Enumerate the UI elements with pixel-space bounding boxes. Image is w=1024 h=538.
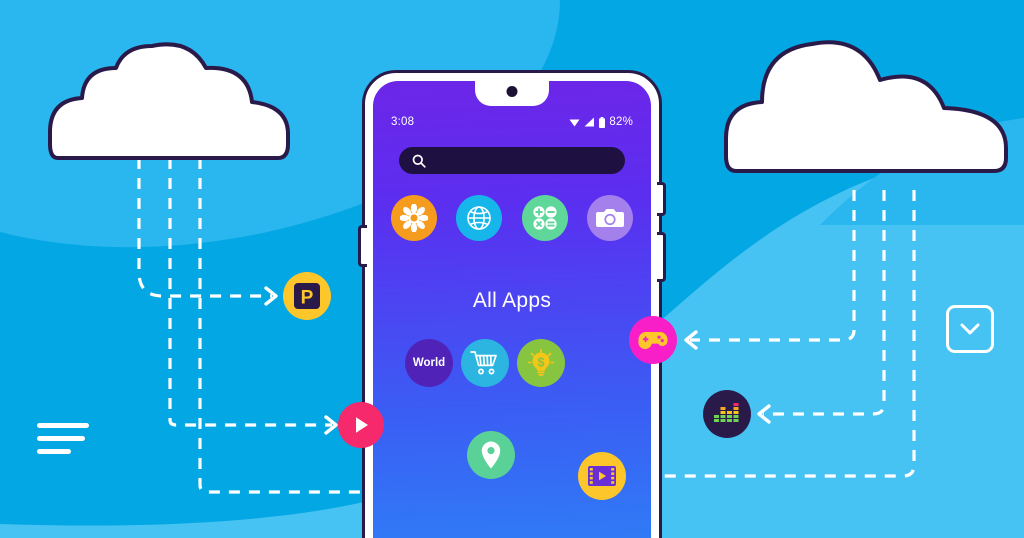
search-bar[interactable] — [399, 147, 625, 174]
cloud-right — [724, 40, 1008, 173]
app-world-label: World — [412, 357, 446, 369]
app-browser[interactable] — [456, 195, 503, 241]
status-indicators: 82% — [569, 116, 633, 128]
svg-text:$: $ — [538, 355, 545, 369]
phone-button-volume-down[interactable] — [657, 232, 666, 282]
cloud-left-shape — [48, 42, 290, 160]
cloud-right-shape — [724, 40, 1008, 173]
phone-button-left[interactable] — [358, 225, 367, 267]
app-calculator[interactable] — [521, 195, 568, 241]
lightbulb-dollar-icon: $ — [527, 348, 555, 376]
app-settings[interactable] — [391, 195, 437, 241]
map-pin-icon — [481, 441, 501, 469]
signal-icon — [584, 117, 595, 127]
equalizer-icon — [714, 403, 739, 422]
calculator-icon — [533, 206, 557, 230]
menu-line-2 — [37, 436, 85, 441]
section-title-all-apps: All Apps — [472, 289, 552, 312]
menu-lines — [37, 423, 89, 462]
menu-line-3 — [37, 449, 71, 454]
app-ideas-money[interactable]: $ — [517, 339, 565, 387]
wifi-icon — [569, 119, 580, 126]
top-app-row — [391, 195, 633, 241]
floating-icon-play[interactable] — [338, 402, 384, 448]
mid-app-row: World $ — [405, 339, 565, 387]
floating-icon-music[interactable] — [703, 390, 751, 438]
film-strip-icon — [588, 466, 616, 486]
svg-text:P: P — [301, 288, 314, 309]
gamepad-icon — [638, 332, 668, 350]
battery-icon — [599, 116, 606, 128]
phone-notch-camera — [475, 81, 549, 106]
cloud-left — [48, 42, 290, 160]
arrowhead-parking — [264, 286, 278, 306]
globe-icon — [467, 206, 492, 230]
chevron-down-icon — [960, 323, 980, 334]
arrowhead-games — [684, 330, 698, 350]
phone-button-volume-up[interactable] — [657, 182, 666, 216]
status-bar: 3:08 82% — [373, 113, 651, 131]
arrowhead-equalizer — [757, 404, 771, 424]
search-input[interactable] — [432, 153, 586, 168]
arrowhead-play — [324, 415, 338, 435]
status-time: 3:08 — [391, 116, 415, 128]
floating-icon-movies[interactable] — [578, 452, 626, 500]
app-shop[interactable] — [461, 339, 509, 387]
play-icon — [356, 417, 368, 433]
floating-icon-games[interactable] — [629, 316, 677, 364]
camera-icon — [595, 209, 624, 227]
app-maps[interactable] — [467, 431, 515, 479]
shopping-cart-icon — [470, 351, 497, 375]
parking-p-icon: P — [294, 283, 320, 309]
floating-icon-parking[interactable]: P — [283, 272, 331, 320]
chevron-down-box[interactable] — [946, 305, 994, 353]
app-world[interactable]: World — [405, 339, 453, 387]
search-icon — [412, 154, 426, 168]
illustration-canvas: 3:08 82% All Apps World $ P — [0, 0, 1024, 538]
gear-icon — [400, 204, 428, 232]
app-camera[interactable] — [586, 195, 633, 241]
menu-line-1 — [37, 423, 89, 428]
battery-percent: 82% — [609, 116, 633, 128]
